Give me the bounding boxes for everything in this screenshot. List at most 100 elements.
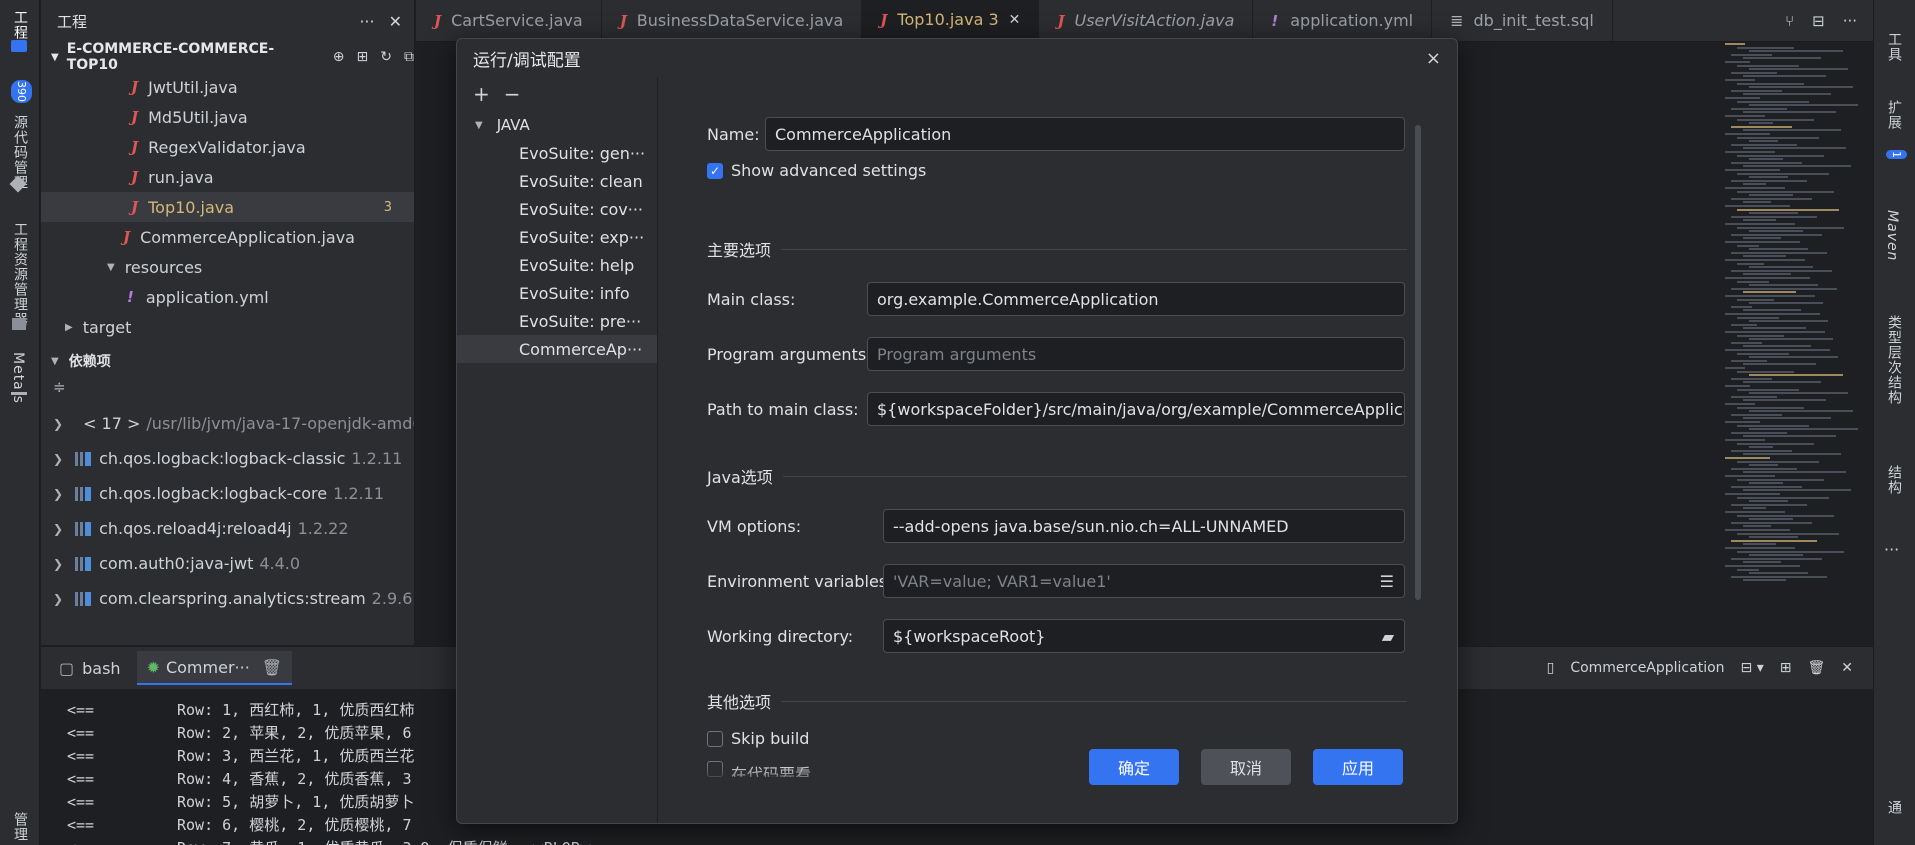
chevron-right-icon: ❯	[53, 591, 64, 606]
config-item[interactable]: EvoSuite: gen···	[457, 139, 657, 167]
minimap-line	[1731, 107, 1787, 110]
skip-build-checkbox[interactable]	[707, 730, 723, 747]
tree-item-resources[interactable]: ▼ resources	[41, 252, 414, 282]
apply-button[interactable]: 应用	[1313, 749, 1403, 785]
activity-tab-extensions[interactable]: 扩展	[1884, 100, 1904, 130]
activity-tab-explorer[interactable]: 工程资源管理器	[10, 222, 30, 327]
new-folder-icon[interactable]: ⊞	[357, 49, 369, 65]
tab-application-yml[interactable]: ! application.yml	[1253, 0, 1433, 41]
activity-tab-project[interactable]: 工程	[10, 10, 30, 40]
config-item[interactable]: EvoSuite: exp···	[457, 223, 657, 251]
dependency-item[interactable]: ❯ ch.qos.logback:logback-classic 1.2.11	[41, 441, 414, 476]
config-item-selected[interactable]: CommerceAp···	[457, 335, 657, 363]
more-icon[interactable]: ···	[1843, 12, 1857, 30]
vm-options-input[interactable]: --add-opens java.base/sun.nio.ch=ALL-UNN…	[883, 509, 1405, 543]
dependency-item[interactable]: ❯ com.auth0:java-jwt 4.4.0	[41, 546, 414, 581]
more-icon[interactable]: ···	[1884, 540, 1899, 559]
minimap-line	[1725, 115, 1765, 117]
tab-cartservice[interactable]: J CartService.java	[416, 0, 602, 41]
minimap-line	[1749, 518, 1793, 521]
list-icon[interactable]: ☰	[1380, 572, 1394, 591]
config-item[interactable]: EvoSuite: help	[457, 251, 657, 279]
advanced-settings-checkbox[interactable]: ✓	[707, 162, 723, 179]
activity-tab-hierarchy[interactable]: 类型层次结构	[1884, 315, 1904, 405]
dependency-item[interactable]: ❯ ch.qos.reload4j:reload4j 1.2.22	[41, 511, 414, 546]
dependency-item[interactable]: ❯ ch.qos.logback:logback-core 1.2.11	[41, 476, 414, 511]
split-terminal-icon[interactable]: ⊟ ▾	[1741, 660, 1764, 676]
activity-tab-maven[interactable]: Maven	[1884, 210, 1900, 261]
close-icon[interactable]: ✕	[1009, 12, 1021, 28]
tree-item-top10[interactable]: J Top10.java 3	[41, 192, 414, 222]
kill-terminal-icon[interactable]: 🗑	[1807, 660, 1825, 676]
config-item[interactable]: EvoSuite: info	[457, 279, 657, 307]
vm-options-row: VM options: --add-opens java.base/sun.ni…	[707, 509, 1405, 543]
activity-tab-manage[interactable]: 管理	[10, 812, 30, 842]
new-file-icon[interactable]: ⊕	[333, 49, 345, 65]
tab-businessdataservice[interactable]: J BusinessDataService.java	[602, 0, 863, 41]
skip-build-label: Skip build	[731, 729, 810, 748]
config-item[interactable]: EvoSuite: clean	[457, 167, 657, 195]
refresh-icon[interactable]: ↻	[380, 49, 392, 65]
tree-item-application-yml[interactable]: ! application.yml	[41, 282, 414, 312]
terminal-tab-bash[interactable]: ▢ bash	[49, 651, 131, 685]
dependency-name: com.clearspring.analytics:stream	[99, 589, 366, 608]
main-class-input[interactable]: org.example.CommerceApplication	[867, 282, 1405, 316]
minimap-line	[1725, 169, 1780, 171]
config-detail-pane: Name: CommerceApplication ✓ Show advance…	[659, 77, 1457, 823]
path-input[interactable]: ${workspaceFolder}/src/main/java/org/exa…	[867, 392, 1405, 426]
run-config-label[interactable]: CommerceApplication	[1570, 660, 1724, 676]
console-arrow: <==	[67, 816, 95, 834]
close-panel-button[interactable]: ✕	[389, 12, 402, 31]
ok-button[interactable]: 确定	[1089, 749, 1179, 785]
collapse-deps-icon[interactable]: ≑	[41, 378, 414, 406]
terminal-tab-run[interactable]: ✹ Commer··· 🗑	[136, 651, 293, 685]
activity-tab-tools[interactable]: 工具	[1884, 32, 1904, 62]
env-vars-placeholder: 'VAR=value; VAR1=value1'	[893, 571, 1111, 591]
config-item[interactable]: EvoSuite: pre···	[457, 307, 657, 335]
tree-item-regexvalidator[interactable]: J RegexValidator.java	[41, 132, 414, 162]
dependency-item[interactable]: ❯ < 17 > /usr/lib/jvm/java-17-openjdk-am…	[41, 406, 414, 441]
explorer-icon	[12, 318, 26, 330]
config-group-java[interactable]: ▼ JAVA	[457, 111, 657, 139]
minimap-line	[1743, 219, 1776, 222]
layout-icon[interactable]: ⊞	[1780, 660, 1792, 676]
cancel-button[interactable]: 取消	[1201, 749, 1291, 785]
minimap[interactable]	[1725, 43, 1870, 603]
workdir-input[interactable]: ${workspaceRoot} ▰	[883, 619, 1405, 653]
add-config-button[interactable]: +	[473, 82, 490, 106]
env-vars-input[interactable]: 'VAR=value; VAR1=value1' ☰	[883, 564, 1405, 598]
remove-config-button[interactable]: −	[504, 82, 521, 106]
trash-icon[interactable]: 🗑	[262, 658, 282, 677]
tab-uservisitaction[interactable]: J UserVisitAction.java	[1039, 0, 1254, 41]
tree-item-target[interactable]: ▶ target	[41, 312, 414, 342]
tree-item-commerceapplication[interactable]: J CommerceApplication.java	[41, 222, 414, 252]
close-icon[interactable]: ✕	[1841, 660, 1853, 676]
skip-build-row[interactable]: Skip build	[707, 729, 809, 748]
minimap-line	[1743, 579, 1786, 582]
minimap-line	[1743, 201, 1771, 204]
advanced-settings-row[interactable]: ✓ Show advanced settings	[707, 161, 926, 180]
tree-item-md5util[interactable]: J Md5Util.java	[41, 102, 414, 132]
tab-top10[interactable]: J Top10.java 3 ✕	[862, 0, 1040, 41]
tree-item-run[interactable]: J run.java	[41, 162, 414, 192]
more-actions-button[interactable]: ···	[359, 12, 374, 31]
folder-icon[interactable]: ▰	[1382, 627, 1394, 646]
split-editor-icon[interactable]: ⊟	[1812, 12, 1825, 30]
source-control-icon[interactable]: ⑂	[1785, 12, 1794, 30]
tab-db-init-test[interactable]: ≣ db_init_test.sql	[1432, 0, 1613, 41]
collapse-all-icon[interactable]: ⧉	[404, 49, 414, 65]
close-dialog-button[interactable]: ×	[1426, 48, 1441, 69]
config-item[interactable]: EvoSuite: cov···	[457, 195, 657, 223]
dependencies-header[interactable]: ▼ 依赖项	[41, 344, 414, 378]
activity-tab-structure[interactable]: 结构	[1884, 465, 1904, 495]
minimap-line	[1749, 212, 1798, 215]
main-class-row: Main class: org.example.CommerceApplicat…	[707, 282, 1405, 316]
scrollbar[interactable]	[1415, 125, 1421, 600]
tree-item-jwtutil[interactable]: J JwtUtil.java	[41, 72, 414, 102]
program-args-input[interactable]: Program arguments	[867, 337, 1405, 371]
activity-tab-bottom[interactable]: 通	[1884, 800, 1904, 815]
chevron-down-icon: ▼	[51, 51, 59, 63]
project-root[interactable]: ▼ E-COMMERCE-COMMERCE-TOP10 ⊕ ⊞ ↻ ⧉	[41, 41, 414, 73]
dependency-item[interactable]: ❯ com.clearspring.analytics:stream 2.9.6	[41, 581, 414, 616]
name-input[interactable]: CommerceApplication	[765, 117, 1405, 151]
